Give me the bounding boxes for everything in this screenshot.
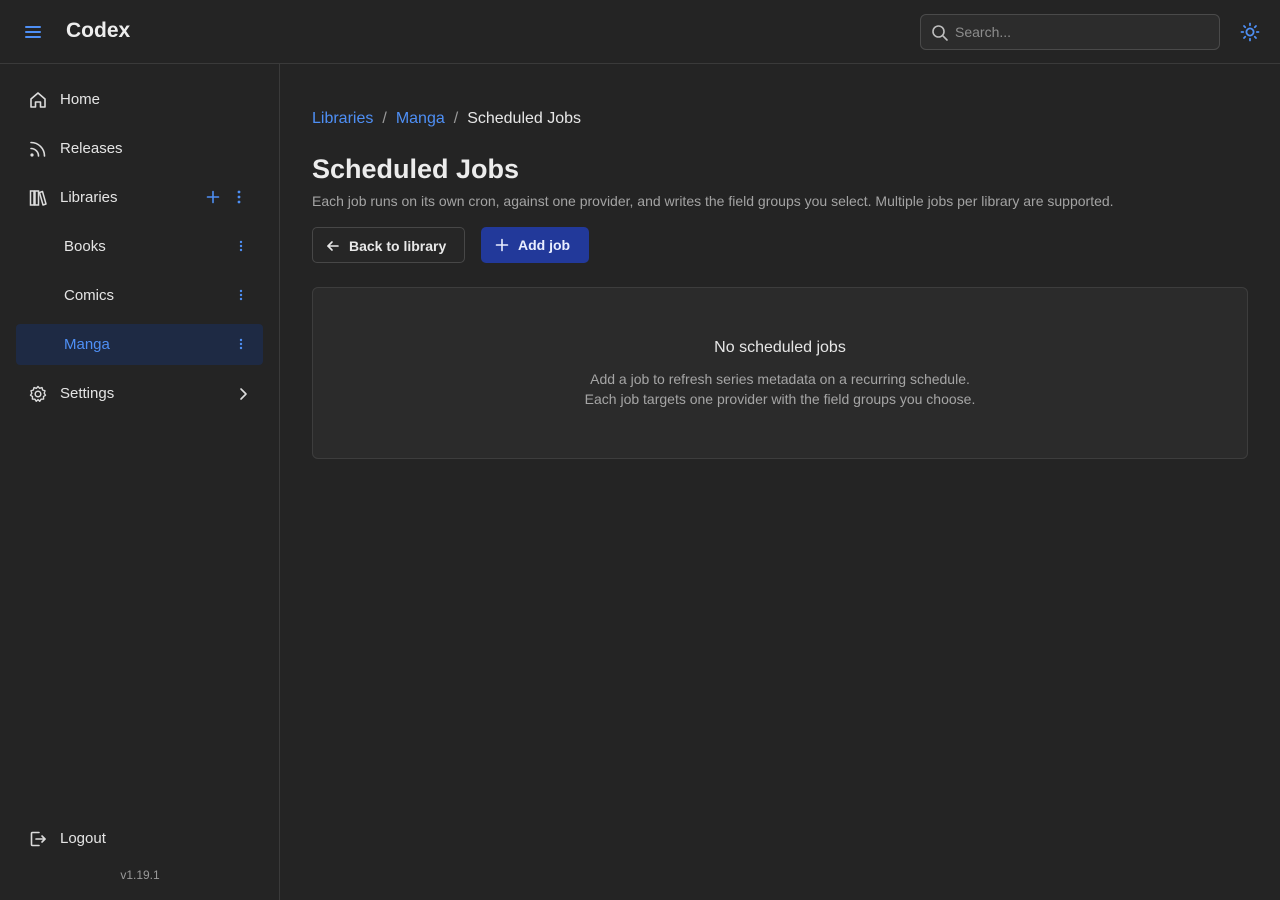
sidebar-item-label: Home [60, 91, 101, 108]
empty-state-card: No scheduled jobs Add a job to refresh s… [312, 287, 1248, 459]
sidebar-item-releases[interactable]: Releases [16, 128, 263, 169]
search-box[interactable] [920, 14, 1220, 50]
sidebar-item-label: Releases [60, 140, 123, 157]
breadcrumb-current: Scheduled Jobs [467, 110, 582, 127]
logout-button[interactable]: Logout [16, 818, 263, 859]
gear-icon [29, 385, 47, 402]
search-input[interactable] [955, 15, 1215, 49]
add-job-button[interactable]: Add job [481, 227, 589, 263]
breadcrumb: Libraries / Manga / Scheduled Jobs [312, 110, 581, 128]
sidebar-library-manga[interactable]: Manga [16, 324, 263, 365]
rss-icon [30, 141, 46, 157]
logout-label: Logout [60, 830, 106, 847]
library-icon [29, 190, 47, 206]
app-version: v1.19.1 [120, 868, 160, 882]
more-vertical-icon[interactable] [233, 336, 249, 352]
empty-state-title: No scheduled jobs [714, 339, 846, 356]
chevron-right-icon [240, 388, 247, 400]
page-description: Each job runs on its own cron, against o… [312, 193, 1114, 209]
back-to-library-button[interactable]: Back to library [312, 227, 465, 263]
sidebar-item-label: Settings [60, 385, 115, 402]
sidebar: Home Releases Libraries Books Comics Man… [0, 64, 280, 900]
plus-icon [495, 238, 509, 252]
more-vertical-icon[interactable] [233, 238, 249, 254]
sidebar-library-label: Books [64, 238, 106, 255]
sidebar-item-home[interactable]: Home [16, 79, 263, 120]
breadcrumb-separator: / [453, 110, 459, 127]
theme-toggle-button[interactable] [1238, 20, 1262, 44]
breadcrumb-libraries-link[interactable]: Libraries [312, 110, 373, 128]
app-title: Codex [66, 19, 131, 42]
more-vertical-icon[interactable] [233, 287, 249, 303]
add-library-icon[interactable] [205, 189, 221, 205]
empty-state-text: Add a job to refresh series metadata on … [590, 371, 970, 387]
main-content: Libraries / Manga / Scheduled Jobs Sched… [280, 64, 1280, 900]
app-header: Codex [0, 0, 1280, 64]
add-job-label: Add job [518, 237, 571, 253]
more-vertical-icon[interactable] [231, 189, 247, 205]
sidebar-library-books[interactable]: Books [16, 226, 263, 267]
sun-icon [1240, 22, 1260, 42]
sidebar-library-label: Manga [64, 336, 110, 353]
hamburger-menu-button[interactable] [20, 19, 46, 45]
sidebar-item-libraries[interactable]: Libraries [16, 177, 263, 218]
sidebar-library-comics[interactable]: Comics [16, 275, 263, 316]
logout-icon [30, 831, 46, 847]
sidebar-library-label: Comics [64, 287, 115, 304]
sidebar-item-settings[interactable]: Settings [16, 373, 263, 414]
breadcrumb-separator: / [382, 110, 387, 127]
home-icon [30, 92, 46, 108]
empty-state-text: Each job targets one provider with the f… [584, 391, 976, 407]
sidebar-item-label: Libraries [60, 189, 118, 206]
back-button-label: Back to library [349, 238, 447, 254]
search-icon [932, 25, 948, 41]
page-title: Scheduled Jobs [312, 154, 520, 184]
menu-icon [25, 26, 41, 38]
arrow-left-icon [327, 241, 339, 251]
breadcrumb-library-link[interactable]: Manga [396, 110, 445, 128]
